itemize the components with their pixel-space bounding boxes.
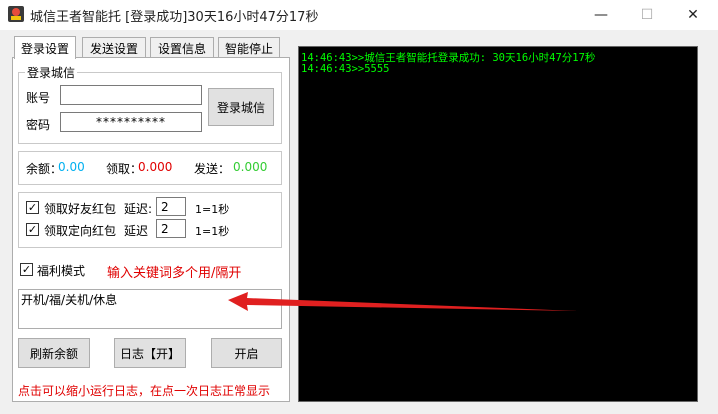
- directed-delay-unit: 1=1秒: [195, 225, 230, 238]
- tab-smart-stop[interactable]: 智能停止: [218, 37, 280, 58]
- keyword-hint: 输入关键词多个用/隔开: [107, 266, 242, 281]
- log-toggle-button[interactable]: 日志【开】: [114, 338, 186, 368]
- tab-info-settings[interactable]: 设置信息: [150, 37, 214, 58]
- window-scrollbar[interactable]: [706, 30, 718, 414]
- friend-delay-unit: 1=1秒: [195, 203, 230, 216]
- login-button[interactable]: 登录城信: [208, 88, 274, 126]
- password-field[interactable]: **********: [60, 112, 202, 132]
- welfare-mode-checkbox[interactable]: ✓: [20, 263, 33, 276]
- maximize-icon[interactable]: ☐: [624, 0, 670, 30]
- account-field[interactable]: [60, 85, 202, 105]
- tab-send-settings[interactable]: 发送设置: [82, 37, 146, 58]
- app-logo-icon: [8, 6, 24, 22]
- directed-delay-label: 延迟: [124, 224, 149, 238]
- keywords-textarea[interactable]: 开机/福/关机/休息: [18, 289, 282, 329]
- send-label: 发送：: [194, 162, 231, 176]
- footer-note: 点击可以缩小运行日志，在点一次日志正常显示: [18, 384, 271, 398]
- send-value: 0.000: [233, 160, 268, 174]
- directed-redpacket-checkbox[interactable]: ✓: [26, 223, 39, 236]
- minimize-icon[interactable]: —: [578, 0, 624, 30]
- close-icon[interactable]: ✕: [670, 0, 716, 30]
- refresh-balance-button[interactable]: 刷新余额: [18, 338, 90, 368]
- receive-label: 领取：: [106, 162, 143, 176]
- log-console[interactable]: 14:46:43>>城信王者智能托登录成功: 30天16小时47分17秒 14:…: [298, 46, 698, 402]
- account-label: 账号: [26, 91, 51, 105]
- receive-value: 0.000: [138, 160, 173, 174]
- directed-delay-input[interactable]: 2: [156, 219, 186, 238]
- tab-login-settings[interactable]: 登录设置: [14, 36, 76, 59]
- balance-label: 余额：: [26, 162, 63, 176]
- log-line: 14:46:43>>5555: [301, 63, 390, 75]
- friend-redpacket-checkbox[interactable]: ✓: [26, 201, 39, 214]
- friend-redpacket-label: 领取好友红包: [44, 202, 117, 216]
- start-button[interactable]: 开启: [211, 338, 282, 368]
- window-title: 城信王者智能托 [登录成功]30天16小时47分17秒: [30, 10, 319, 25]
- login-group-title: 登录城信: [25, 64, 78, 81]
- password-label: 密码: [26, 118, 51, 132]
- title-bar[interactable]: 城信王者智能托 [登录成功]30天16小时47分17秒 — ☐ ✕: [0, 0, 718, 30]
- friend-delay-input[interactable]: 2: [156, 197, 186, 216]
- friend-delay-label: 延迟:: [124, 202, 153, 216]
- welfare-mode-label: 福利模式: [37, 264, 86, 278]
- directed-redpacket-label: 领取定向红包: [44, 224, 117, 238]
- balance-value: 0.00: [58, 160, 85, 174]
